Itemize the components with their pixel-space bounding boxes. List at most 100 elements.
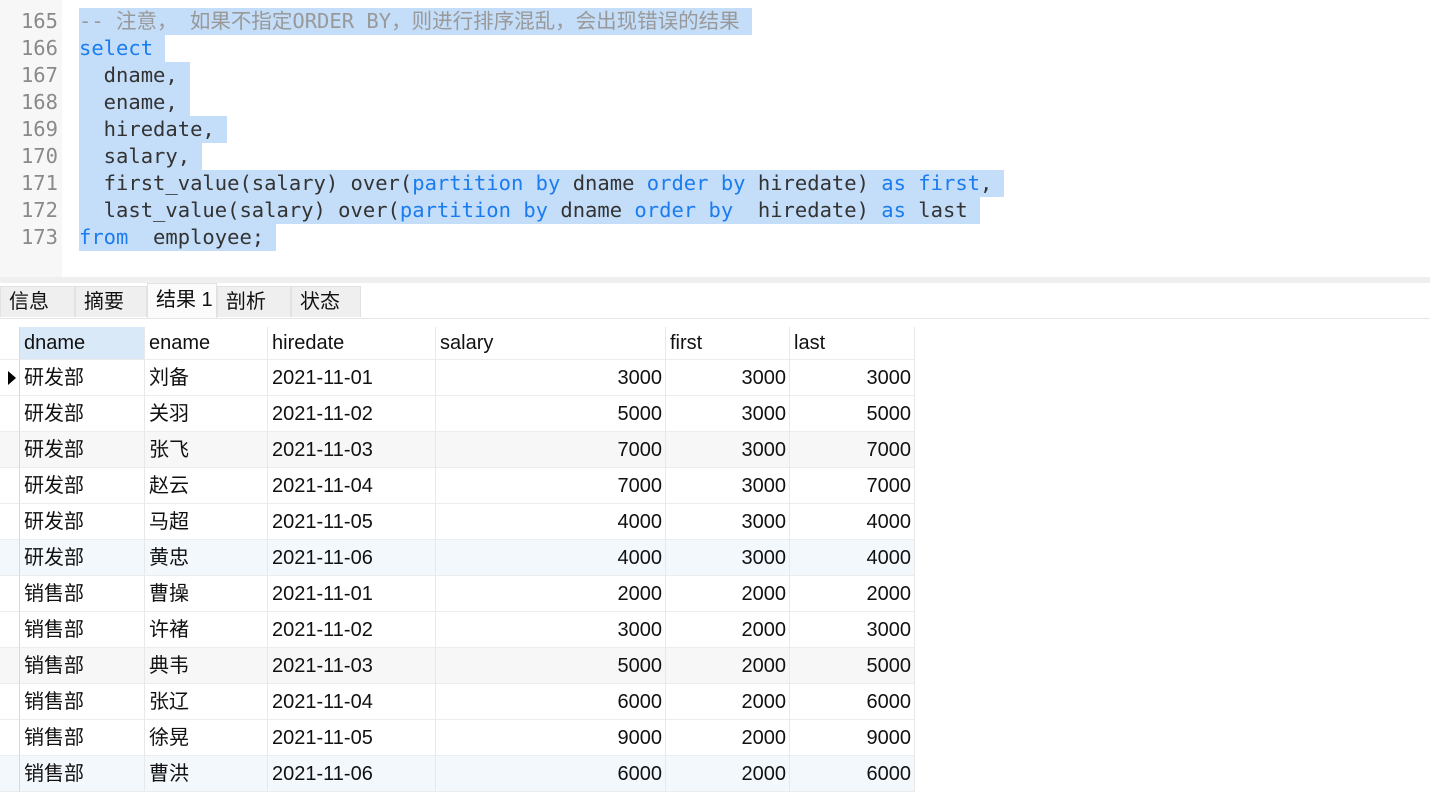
cell-first[interactable]: 2000 [666, 756, 790, 792]
row-indicator[interactable] [0, 432, 20, 468]
table-row[interactable]: 销售部 许褚 2021-11-02 3000 2000 3000 [0, 612, 915, 648]
cell-salary[interactable]: 7000 [436, 468, 666, 504]
table-row[interactable]: 研发部 张飞 2021-11-03 7000 3000 7000 [0, 432, 915, 468]
cell-first[interactable]: 3000 [666, 468, 790, 504]
code-line[interactable]: 169 hiredate, [0, 116, 1430, 143]
cell-ename[interactable]: 许褚 [145, 612, 268, 648]
cell-dname[interactable]: 研发部 [20, 540, 145, 576]
table-row[interactable]: 销售部 曹洪 2021-11-06 6000 2000 6000 [0, 756, 915, 792]
cell-first[interactable]: 3000 [666, 540, 790, 576]
code-line[interactable]: 166 select [0, 35, 1430, 62]
cell-hiredate[interactable]: 2021-11-03 [268, 432, 436, 468]
column-header-dname[interactable]: dname [20, 327, 145, 360]
cell-hiredate[interactable]: 2021-11-04 [268, 684, 436, 720]
cell-ename[interactable]: 关羽 [145, 396, 268, 432]
cell-first[interactable]: 3000 [666, 432, 790, 468]
table-row[interactable]: 研发部 马超 2021-11-05 4000 3000 4000 [0, 504, 915, 540]
cell-salary[interactable]: 5000 [436, 648, 666, 684]
cell-dname[interactable]: 研发部 [20, 432, 145, 468]
cell-first[interactable]: 3000 [666, 396, 790, 432]
cell-hiredate[interactable]: 2021-11-06 [268, 756, 436, 792]
cell-salary[interactable]: 9000 [436, 720, 666, 756]
cell-first[interactable]: 2000 [666, 612, 790, 648]
cell-salary[interactable]: 6000 [436, 756, 666, 792]
cell-hiredate[interactable]: 2021-11-01 [268, 576, 436, 612]
column-header-hiredate[interactable]: hiredate [268, 327, 436, 360]
cell-salary[interactable]: 4000 [436, 540, 666, 576]
cell-salary[interactable]: 3000 [436, 612, 666, 648]
code-line[interactable]: 173 from employee; [0, 224, 1430, 251]
cell-dname[interactable]: 研发部 [20, 468, 145, 504]
tab-1[interactable]: 摘要 [75, 286, 147, 317]
cell-last[interactable]: 3000 [790, 612, 915, 648]
table-row[interactable]: 研发部 赵云 2021-11-04 7000 3000 7000 [0, 468, 915, 504]
cell-salary[interactable]: 4000 [436, 504, 666, 540]
table-row[interactable]: 销售部 曹操 2021-11-01 2000 2000 2000 [0, 576, 915, 612]
code-text[interactable]: dname, [79, 62, 190, 89]
cell-dname[interactable]: 销售部 [20, 576, 145, 612]
row-indicator[interactable] [0, 612, 20, 648]
cell-last[interactable]: 3000 [790, 360, 915, 396]
code-text[interactable]: select [79, 35, 166, 62]
cell-salary[interactable]: 7000 [436, 432, 666, 468]
code-text[interactable]: -- 注意， 如果不指定ORDER BY，则进行排序混乱，会出现错误的结果 [79, 8, 752, 35]
cell-last[interactable]: 9000 [790, 720, 915, 756]
column-header-first[interactable]: first [666, 327, 790, 360]
tab-0[interactable]: 信息 [0, 286, 75, 317]
code-text[interactable]: salary, [79, 143, 203, 170]
cell-salary[interactable]: 6000 [436, 684, 666, 720]
column-header-last[interactable]: last [790, 327, 915, 360]
cell-hiredate[interactable]: 2021-11-06 [268, 540, 436, 576]
cell-last[interactable]: 7000 [790, 432, 915, 468]
code-text[interactable]: hiredate, [79, 116, 227, 143]
code-line[interactable]: 167 dname, [0, 62, 1430, 89]
table-row[interactable]: 研发部 关羽 2021-11-02 5000 3000 5000 [0, 396, 915, 432]
cell-last[interactable]: 6000 [790, 756, 915, 792]
column-header-ename[interactable]: ename [145, 327, 268, 360]
code-text[interactable]: ename, [79, 89, 190, 116]
cell-ename[interactable]: 曹洪 [145, 756, 268, 792]
cell-last[interactable]: 4000 [790, 540, 915, 576]
cell-dname[interactable]: 销售部 [20, 756, 145, 792]
cell-ename[interactable]: 马超 [145, 504, 268, 540]
cell-last[interactable]: 6000 [790, 684, 915, 720]
cell-hiredate[interactable]: 2021-11-03 [268, 648, 436, 684]
cell-first[interactable]: 2000 [666, 576, 790, 612]
cell-hiredate[interactable]: 2021-11-04 [268, 468, 436, 504]
code-text[interactable]: first_value(salary) over(partition by dn… [79, 170, 1005, 197]
cell-salary[interactable]: 2000 [436, 576, 666, 612]
cell-ename[interactable]: 赵云 [145, 468, 268, 504]
cell-hiredate[interactable]: 2021-11-05 [268, 504, 436, 540]
table-row[interactable]: 销售部 张辽 2021-11-04 6000 2000 6000 [0, 684, 915, 720]
row-indicator[interactable] [0, 360, 20, 396]
cell-ename[interactable]: 刘备 [145, 360, 268, 396]
cell-first[interactable]: 3000 [666, 504, 790, 540]
cell-dname[interactable]: 研发部 [20, 504, 145, 540]
cell-ename[interactable]: 典韦 [145, 648, 268, 684]
cell-first[interactable]: 2000 [666, 684, 790, 720]
tab-2[interactable]: 结果 1 [147, 283, 217, 318]
table-row[interactable]: 销售部 典韦 2021-11-03 5000 2000 5000 [0, 648, 915, 684]
column-header-salary[interactable]: salary [436, 327, 666, 360]
cell-salary[interactable]: 3000 [436, 360, 666, 396]
cell-ename[interactable]: 黄忠 [145, 540, 268, 576]
cell-first[interactable]: 2000 [666, 720, 790, 756]
cell-last[interactable]: 4000 [790, 504, 915, 540]
table-row[interactable]: 销售部 徐晃 2021-11-05 9000 2000 9000 [0, 720, 915, 756]
cell-ename[interactable]: 张飞 [145, 432, 268, 468]
cell-hiredate[interactable]: 2021-11-02 [268, 612, 436, 648]
cell-hiredate[interactable]: 2021-11-02 [268, 396, 436, 432]
row-indicator[interactable] [0, 720, 20, 756]
sql-editor[interactable]: 165 -- 注意， 如果不指定ORDER BY，则进行排序混乱，会出现错误的结果… [0, 0, 1430, 277]
code-line[interactable]: 172 last_value(salary) over(partition by… [0, 197, 1430, 224]
row-indicator[interactable] [0, 468, 20, 504]
cell-salary[interactable]: 5000 [436, 396, 666, 432]
code-line[interactable]: 168 ename, [0, 89, 1430, 116]
code-line[interactable]: 171 first_value(salary) over(partition b… [0, 170, 1430, 197]
table-row[interactable]: 研发部 刘备 2021-11-01 3000 3000 3000 [0, 360, 915, 396]
cell-ename[interactable]: 张辽 [145, 684, 268, 720]
code-line[interactable]: 165 -- 注意， 如果不指定ORDER BY，则进行排序混乱，会出现错误的结果 [0, 8, 1430, 35]
tab-4[interactable]: 状态 [291, 286, 361, 317]
tab-3[interactable]: 剖析 [217, 286, 291, 317]
cell-dname[interactable]: 研发部 [20, 360, 145, 396]
